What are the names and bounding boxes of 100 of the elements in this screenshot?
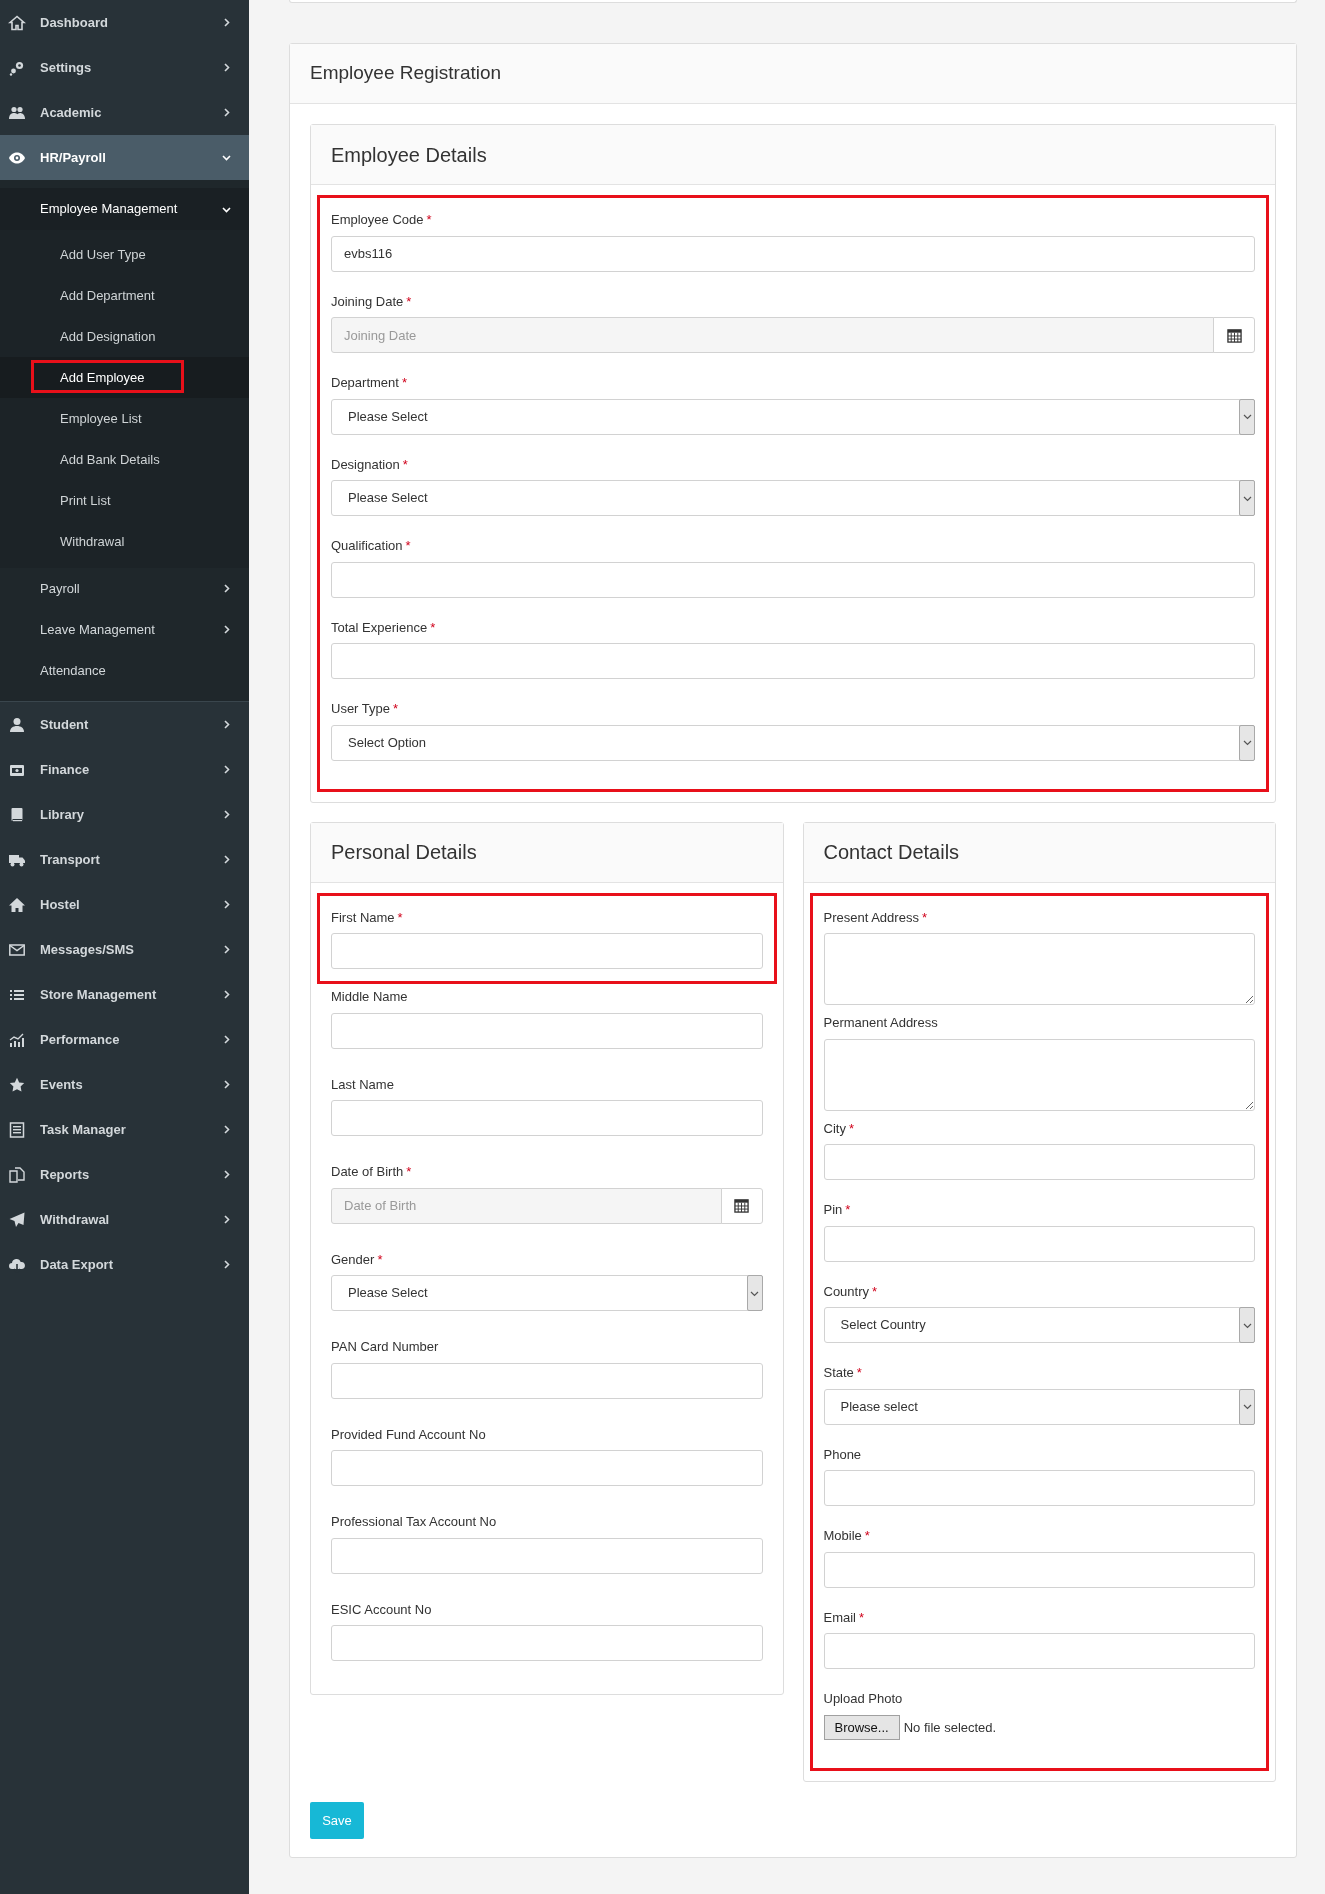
field-label: Date of Birth * — [331, 1163, 412, 1181]
section-title: Contact Details — [823, 840, 960, 865]
field-label: Last Name — [331, 1075, 394, 1094]
chevron-right-icon — [222, 765, 231, 774]
input-field[interactable] — [823, 1470, 1255, 1506]
calendar-button[interactable] — [1213, 317, 1255, 353]
sidebar-item[interactable]: Academic — [0, 90, 249, 135]
sidebar-item[interactable]: Leave Management — [0, 609, 249, 650]
input-field[interactable] — [331, 1625, 763, 1661]
sidebar-item[interactable]: Withdrawal — [0, 521, 249, 562]
chevron-right-icon — [222, 855, 231, 864]
input-field[interactable] — [331, 1012, 763, 1049]
sidebar-item[interactable]: Settings — [0, 45, 249, 90]
field-label: PAN Card Number — [331, 1338, 439, 1356]
sidebar-item[interactable]: Withdrawal — [0, 1197, 249, 1242]
select-field[interactable]: Please Select — [331, 1275, 763, 1311]
chevron-right-icon — [222, 810, 231, 819]
input-field[interactable] — [823, 1551, 1255, 1588]
input-field[interactable]: evbs116 — [331, 235, 1255, 272]
chevron-right-icon — [222, 108, 231, 117]
field-label: Mobile * — [823, 1527, 870, 1545]
sidebar-item[interactable]: Employee Management — [0, 188, 249, 230]
copy-icon — [8, 1166, 26, 1183]
field-label: Present Address * — [823, 908, 927, 927]
input-field[interactable] — [331, 643, 1255, 679]
paper-plane-icon — [8, 1211, 26, 1228]
sidebar-item[interactable]: Performance — [0, 1017, 249, 1062]
sidebar-item[interactable]: Transport — [0, 837, 249, 882]
sidebar-item[interactable]: Dashboard — [0, 0, 249, 45]
select-field[interactable]: Please select — [823, 1388, 1255, 1425]
sidebar-item[interactable]: Payroll — [0, 568, 249, 609]
sidebar-item[interactable]: Add Designation — [0, 316, 249, 357]
sidebar-item[interactable]: Student — [0, 702, 249, 747]
chevron-right-icon — [222, 625, 231, 634]
sidebar-item[interactable]: Finance — [0, 747, 249, 792]
input-field[interactable] — [331, 1537, 763, 1574]
calendar-icon — [1226, 327, 1242, 343]
input-field[interactable] — [331, 561, 1255, 598]
date-field[interactable]: Date of Birth — [331, 1187, 722, 1224]
field-label: Department * — [331, 374, 407, 392]
input-field[interactable] — [331, 1362, 763, 1399]
field-label: Pin * — [823, 1201, 851, 1219]
card-title: Employee Registration — [310, 61, 502, 86]
bar-chart-icon — [8, 1031, 26, 1048]
select-field[interactable]: Please Select — [331, 398, 1255, 435]
field-label: Qualification * — [331, 537, 411, 555]
section-title: Personal Details — [331, 840, 477, 865]
input-field[interactable] — [823, 1633, 1255, 1669]
input-field[interactable] — [331, 1450, 763, 1486]
calendar-button[interactable] — [720, 1187, 763, 1224]
sidebar-item[interactable]: Events — [0, 1062, 249, 1107]
document-icon — [8, 1121, 26, 1138]
sidebar-item[interactable]: Add Department — [0, 275, 249, 316]
sidebar-item[interactable]: Add Bank Details — [0, 439, 249, 480]
sidebar-item[interactable]: Employee List — [0, 398, 249, 439]
sidebar-item[interactable]: Messages/SMS — [0, 927, 249, 972]
chevron-right-icon — [222, 1215, 231, 1224]
browse-button[interactable]: Browse... — [823, 1714, 900, 1740]
sidebar-item[interactable]: Attendance — [0, 650, 249, 691]
chevron-right-icon — [222, 584, 231, 593]
input-field[interactable] — [331, 933, 763, 969]
gears-icon — [8, 59, 26, 76]
house-icon — [8, 896, 26, 913]
users-icon — [8, 104, 26, 121]
input-field[interactable] — [331, 1100, 763, 1136]
sidebar-item[interactable]: Library — [0, 792, 249, 837]
field-label: Professional Tax Account No — [331, 1513, 497, 1531]
sidebar-item[interactable]: Print List — [0, 480, 249, 521]
select-field[interactable]: Please Select — [331, 480, 1255, 516]
sidebar-item[interactable]: Reports — [0, 1152, 249, 1197]
text-area[interactable] — [823, 1038, 1255, 1111]
star-icon — [8, 1076, 26, 1093]
field-label: User Type * — [331, 700, 399, 718]
sidebar-item[interactable]: Store Management — [0, 972, 249, 1017]
section-title: Employee Details — [331, 142, 487, 168]
sidebar-item[interactable]: Hostel — [0, 882, 249, 927]
chevron-right-icon — [222, 1170, 231, 1179]
field-label: Email * — [823, 1608, 865, 1627]
sidebar-item[interactable]: Add Employee — [0, 357, 249, 398]
field-label: Phone — [823, 1445, 862, 1464]
sidebar-item[interactable]: Add User Type — [0, 234, 249, 275]
field-label: Middle Name — [331, 988, 408, 1006]
field-label: City * — [823, 1119, 854, 1138]
chevron-right-icon — [222, 63, 231, 72]
date-field[interactable]: Joining Date — [331, 317, 1214, 353]
sidebar-item[interactable]: HR/Payroll — [0, 135, 249, 180]
field-label: Provided Fund Account No — [331, 1425, 486, 1444]
select-field[interactable]: Select Country — [823, 1307, 1255, 1343]
chevron-down-icon — [222, 153, 231, 162]
select-field[interactable]: Select Option — [331, 724, 1255, 761]
file-status-text: No file selected. — [903, 1718, 997, 1737]
caret-icon — [1242, 1402, 1252, 1411]
sidebar-item[interactable]: Task Manager — [0, 1107, 249, 1152]
chevron-right-icon — [222, 1125, 231, 1134]
input-field[interactable] — [823, 1144, 1255, 1180]
text-area[interactable] — [823, 933, 1255, 1005]
field-label: Total Experience * — [331, 618, 436, 637]
field-label: State * — [823, 1364, 862, 1382]
input-field[interactable] — [823, 1225, 1255, 1262]
sidebar-item[interactable]: Data Export — [0, 1242, 249, 1287]
